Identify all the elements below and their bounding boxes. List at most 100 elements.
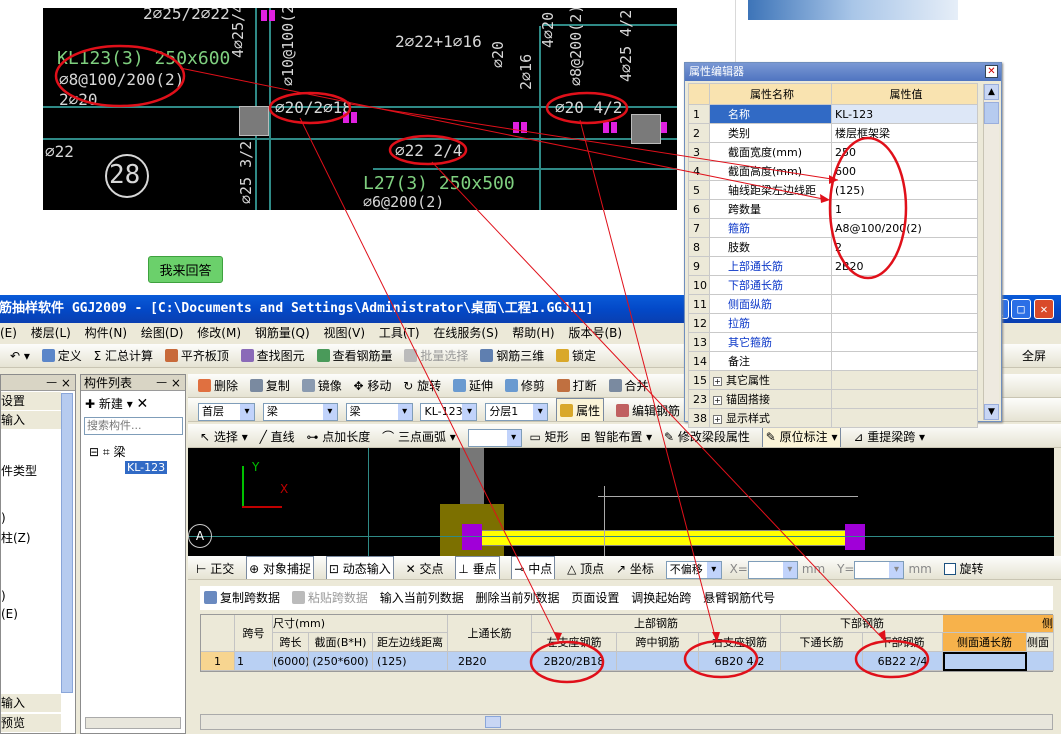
layer-select[interactable]: 分层1 — [485, 402, 549, 421]
batch-select-button[interactable]: 批量选择 — [404, 344, 468, 367]
line-button[interactable]: ╱ 直线 — [260, 425, 295, 447]
dynamic-input-button[interactable]: ⊡ 动态输入 — [325, 556, 394, 579]
move-button[interactable]: ✥ 移动 — [354, 374, 392, 397]
menu-help[interactable]: 帮助(H) — [512, 326, 554, 340]
property-value-cell[interactable] — [831, 294, 978, 314]
nav-column[interactable]: 柱(Z) — [1, 529, 31, 546]
menu-edit[interactable]: (E) — [0, 326, 17, 340]
trim-button[interactable]: 修剪 — [504, 374, 545, 397]
nav-item[interactable]: ) — [1, 511, 6, 525]
input-column-data-button[interactable]: 输入当前列数据 — [380, 586, 464, 610]
property-row[interactable]: 2 类别 楼层框架梁 — [688, 123, 978, 143]
component-subtype-select[interactable]: 梁 — [345, 402, 413, 421]
lock-button[interactable]: 锁定 — [556, 344, 596, 367]
merge-button[interactable]: 合并 — [608, 374, 649, 397]
expand-plus-icon[interactable]: + — [713, 377, 722, 386]
rebar-3d-button[interactable]: 钢筋三维 — [480, 344, 544, 367]
rotate-checkbox[interactable]: 旋转 — [943, 557, 984, 579]
scroll-thumb[interactable] — [984, 102, 999, 124]
cell-bottom-through[interactable] — [781, 652, 863, 671]
nav-setting[interactable]: 设置 — [1, 392, 61, 410]
property-row[interactable]: 12 拉筋 — [688, 313, 978, 333]
cad-drawing-canvas[interactable]: A Y X — [188, 448, 1054, 556]
find-element-button[interactable]: 查找图元 — [240, 344, 305, 367]
copy-button[interactable]: 复制 — [249, 374, 290, 397]
delete-button[interactable]: 删除 — [198, 374, 238, 397]
y-input[interactable]: 0 — [854, 560, 905, 579]
property-row[interactable]: 9 上部通长筋 2B20 — [688, 256, 978, 276]
property-value-cell[interactable] — [831, 351, 978, 371]
property-value-cell[interactable] — [831, 408, 978, 428]
menu-online[interactable]: 在线服务(S) — [433, 326, 498, 340]
vertex-button[interactable]: △ 顶点 — [567, 557, 604, 579]
new-component-button[interactable]: ✚ 新建 ▾ ✕ — [85, 395, 148, 412]
menu-version[interactable]: 版本号(B) — [568, 326, 622, 340]
property-row[interactable]: 5 轴线距梁左边线距 (125) — [688, 180, 978, 200]
property-scrollbar[interactable]: ▲ ▼ — [983, 84, 999, 420]
cell-mid-span[interactable] — [617, 652, 699, 671]
property-value-cell[interactable] — [831, 389, 978, 409]
menu-view[interactable]: 视图(V) — [323, 326, 365, 340]
property-value-cell[interactable]: A8@100/200(2) — [831, 218, 978, 238]
menu-floor[interactable]: 楼层(L) — [31, 326, 71, 340]
undo-icon[interactable]: ↶ ▾ — [10, 344, 30, 367]
property-value-cell[interactable]: 2B20 — [831, 256, 978, 276]
midpoint-button[interactable]: ⊸ 中点 — [511, 556, 556, 579]
arc-option-select[interactable] — [467, 428, 522, 447]
edit-rebar-button[interactable]: 编辑钢筋 — [615, 399, 680, 421]
property-row[interactable]: 38 + 显示样式 — [688, 408, 978, 428]
property-value-cell[interactable]: 2 — [831, 237, 978, 257]
swap-start-span-button[interactable]: 调换起始跨 — [631, 586, 691, 610]
row-number[interactable]: 1 — [201, 652, 235, 671]
scroll-down-icon[interactable]: ▼ — [984, 404, 999, 420]
nav-item[interactable]: ) — [1, 589, 6, 603]
property-row[interactable]: 11 侧面纵筋 — [688, 294, 978, 314]
grid-h-scrollbar[interactable] — [200, 714, 1053, 730]
cell-left-support[interactable]: 2B20/2B18 — [532, 652, 617, 671]
cell-left-offset[interactable]: (125) — [373, 652, 448, 671]
property-value-cell[interactable]: 1 — [831, 199, 978, 219]
reextract-span-button[interactable]: ⊿ 重提梁跨 ▾ — [853, 425, 925, 447]
nav-preview[interactable]: 预览 — [1, 714, 61, 732]
property-row[interactable]: 1 名称 KL-123 — [688, 104, 978, 124]
property-value-cell[interactable]: (125) — [831, 180, 978, 200]
point-length-button[interactable]: ⊶ 点加长度 — [306, 425, 370, 447]
property-row[interactable]: 3 截面宽度(mm) 250 — [688, 142, 978, 162]
property-row[interactable]: 7 箍筋 A8@100/200(2) — [688, 218, 978, 238]
property-row[interactable]: 14 备注 — [688, 351, 978, 371]
mirror-button[interactable]: 镜像 — [301, 374, 342, 397]
intersection-button[interactable]: ✕ 交点 — [406, 557, 444, 579]
menu-component[interactable]: 构件(N) — [85, 326, 127, 340]
menu-tools[interactable]: 工具(T) — [379, 326, 420, 340]
coordinate-button[interactable]: ↗ 坐标 — [616, 557, 654, 579]
cell-bottom-rebar[interactable]: 6B22 2/4 — [863, 652, 943, 671]
menu-rebar-qty[interactable]: 钢筋量(Q) — [255, 326, 310, 340]
menu-modify[interactable]: 修改(M) — [197, 326, 241, 340]
x-input[interactable]: 0 — [747, 560, 798, 579]
object-snap-button[interactable]: ⊕ 对象捕捉 — [246, 556, 315, 579]
property-value-cell[interactable] — [831, 370, 978, 390]
property-value-cell[interactable]: 250 — [831, 142, 978, 162]
nav-input-bottom[interactable]: 输入 — [1, 694, 61, 712]
property-editor-close-icon[interactable]: ✕ — [985, 65, 998, 78]
rotate-button[interactable]: ↻ 旋转 — [403, 374, 441, 397]
property-row[interactable]: 8 肢数 2 — [688, 237, 978, 257]
ortho-button[interactable]: ⊢ 正交 — [196, 557, 234, 579]
property-value-cell[interactable] — [831, 313, 978, 333]
perpendicular-button[interactable]: ⊥ 垂点 — [455, 556, 500, 579]
list-h-scrollbar[interactable] — [85, 717, 181, 729]
summary-calc-button[interactable]: Σ 汇总计算 — [94, 344, 153, 367]
close-icon[interactable]: ✕ — [1034, 299, 1054, 319]
smart-layout-button[interactable]: ⊞ 智能布置 ▾ — [580, 425, 652, 447]
delete-column-data-button[interactable]: 删除当前列数据 — [476, 586, 560, 610]
property-value-cell[interactable] — [831, 332, 978, 352]
tree-root-beam[interactable]: ⊟ ⌗ 梁 — [89, 443, 125, 460]
cell-span-length[interactable]: (6000) — [273, 652, 309, 671]
property-row[interactable]: 4 截面高度(mm) 600 — [688, 161, 978, 181]
tree-item-kl123[interactable]: KL-123 — [125, 461, 168, 474]
property-value-cell[interactable]: 600 — [831, 161, 978, 181]
fullscreen-button[interactable]: 全屏 — [1022, 344, 1046, 367]
cell-top-through[interactable]: 2B20 — [448, 652, 532, 671]
cell-span-no[interactable]: 1 — [235, 652, 273, 671]
flush-slab-top-button[interactable]: 平齐板顶 — [164, 344, 229, 367]
